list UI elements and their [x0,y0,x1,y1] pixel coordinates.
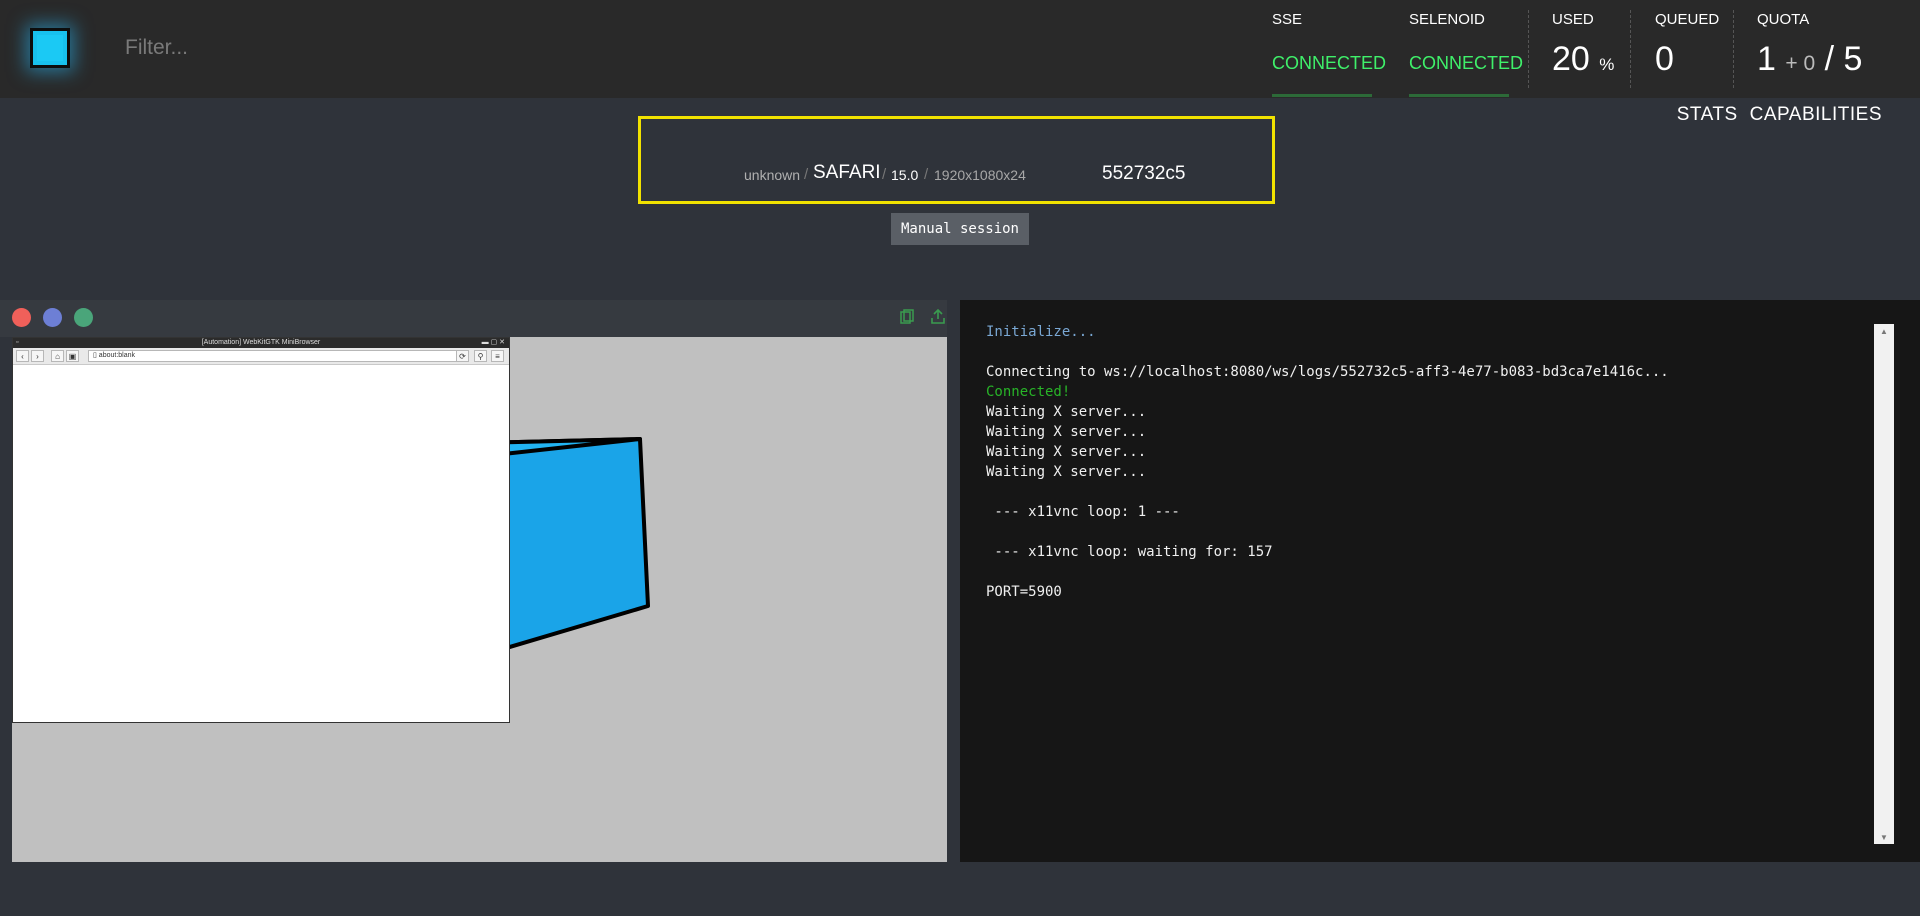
session-version: 15.0 [891,167,919,183]
logo-icon [37,35,63,61]
stat-selenoid: SELENOID CONNECTED [1409,0,1524,98]
stat-quota-total: 5 [1843,40,1863,78]
main-nav: STATS CAPABILITIES [1677,104,1882,126]
window-menu-icon[interactable]: ▫ [16,338,18,348]
session-card[interactable]: unknown / SAFARI / 15.0 / 1920x1080x24 5… [638,116,1275,204]
session-resolution: 1920x1080x24 [934,167,1026,183]
divider [1733,10,1734,88]
log-line: --- x11vnc loop: 1 --- [986,504,1180,520]
vnc-panel: ▫ [Automation] WebKitGTK MiniBrowser ▬ ▢… [0,300,947,862]
menu-icon[interactable]: ≡ [491,350,504,362]
session-platform: unknown [744,167,801,183]
close-dot[interactable] [12,308,31,327]
log-panel: Initialize... Connecting to ws://localhos… [960,300,1920,862]
vnc-screen[interactable]: ▫ [Automation] WebKitGTK MiniBrowser ▬ ▢… [12,337,947,862]
nav-stats[interactable]: STATS [1677,104,1738,126]
stat-quota-label: QUOTA [1757,11,1810,28]
top-bar: SSE CONNECTED SELENOID CONNECTED USED 20… [0,0,1920,98]
session-browser: SAFARI [813,162,881,183]
stat-queued: QUEUED 0 [1655,0,1735,98]
stat-used-unit: % [1599,55,1615,74]
stat-selenoid-status: CONNECTED [1409,53,1524,73]
maximize-dot[interactable] [74,308,93,327]
stat-queued-label: QUEUED [1655,11,1720,28]
minibrowser-toolbar: ‹ › ⌂ ▣ ▯ about:blank ⟳ ⚲ ≡ [13,348,509,365]
log-line: Waiting X server... [986,444,1147,460]
minibrowser-window[interactable]: ▫ [Automation] WebKitGTK MiniBrowser ▬ ▢… [12,337,510,723]
stat-selenoid-label: SELENOID [1409,11,1485,28]
nav-capabilities[interactable]: CAPABILITIES [1750,104,1882,126]
scroll-up-icon[interactable]: ▲ [1874,324,1894,338]
url-bar[interactable]: ▯ about:blank [88,350,463,362]
divider [1630,10,1631,88]
stat-used-label: USED [1552,11,1594,28]
forward-icon[interactable]: › [31,350,44,362]
stat-sse-status: CONNECTED [1272,53,1387,73]
stat-queued-value: 0 [1655,40,1674,78]
url-text: about:blank [98,352,135,359]
stat-quota-pending: + 0 [1785,52,1816,75]
log-output: Initialize... Connecting to ws://localhos… [986,322,1669,602]
separator: / [882,166,887,183]
divider [1528,10,1529,88]
minibrowser-title: [Automation] WebKitGTK MiniBrowser [201,339,321,346]
window-controls-icon[interactable]: ▬ ▢ ✕ [482,338,505,348]
log-line: PORT=5900 [986,584,1062,600]
stat-sse: SSE CONNECTED [1272,0,1386,98]
stat-selenoid-indicator [1409,94,1509,97]
stat-quota: QUOTA 1 + 0 / 5 [1757,0,1897,98]
vnc-toolbar [0,300,947,337]
minimize-dot[interactable] [43,308,62,327]
log-scrollbar[interactable]: ▲ ▼ [1874,324,1894,844]
log-line: Waiting X server... [986,404,1147,420]
separator: / [924,166,929,183]
stat-quota-sep: / [1824,40,1835,78]
filter-input[interactable] [108,28,608,68]
log-line: Connecting to ws://localhost:8080/ws/log… [986,364,1669,380]
stat-used-value: 20 [1552,40,1590,78]
stat-sse-label: SSE [1272,11,1303,28]
back-icon[interactable]: ‹ [16,350,29,362]
log-line: Waiting X server... [986,424,1147,440]
logo[interactable] [30,28,70,68]
scroll-down-icon[interactable]: ▼ [1874,830,1894,844]
log-line: --- x11vnc loop: waiting for: 157 [986,544,1273,560]
upload-icon[interactable] [927,306,949,328]
manual-session-badge: Manual session [891,213,1029,245]
stat-used: USED 20 % [1552,0,1632,98]
stat-quota-used: 1 [1757,40,1776,78]
clipboard-icon[interactable] [896,306,918,328]
session-id: 552732c5 [1102,163,1186,184]
tabs-icon[interactable]: ▣ [66,350,79,362]
minibrowser-titlebar: ▫ [Automation] WebKitGTK MiniBrowser ▬ ▢… [13,338,509,348]
search-icon[interactable]: ⚲ [474,350,487,362]
reload-icon[interactable]: ⟳ [456,350,469,362]
home-icon[interactable]: ⌂ [51,350,64,362]
log-line: Connected! [986,384,1071,400]
separator: / [804,166,809,183]
stat-sse-indicator [1272,94,1372,97]
log-line: Waiting X server... [986,464,1147,480]
log-line: Initialize... [986,324,1096,340]
